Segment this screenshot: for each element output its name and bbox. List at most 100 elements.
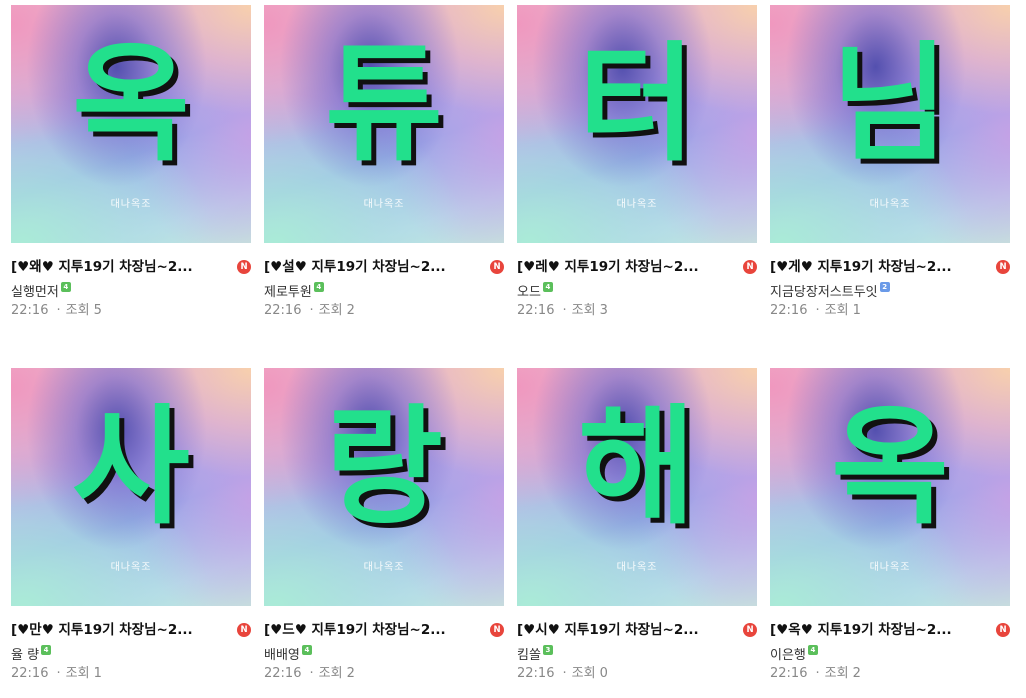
member-level-icon: 4 (60, 282, 71, 292)
author-name[interactable]: 배배영 (264, 644, 300, 663)
post-title[interactable]: [♥레♥ 지투19기 차장님~2... (517, 257, 729, 277)
view-count: 2 (346, 303, 355, 318)
author-name[interactable]: 율 량 (11, 644, 39, 663)
view-count: 1 (93, 666, 102, 681)
member-level-icon: 4 (301, 645, 312, 655)
post-thumbnail[interactable]: 님 대나옥조 (770, 5, 1010, 243)
post-time: 22:16 (11, 303, 49, 318)
post-time: 22:16 (770, 303, 808, 318)
views-label: 조회 (318, 666, 343, 681)
thumbnail-glyph: 터 (578, 30, 696, 179)
new-badge: N (237, 623, 251, 637)
member-level-icon: 4 (313, 282, 324, 292)
member-level-icon: 2 (879, 282, 890, 292)
view-count: 0 (599, 666, 608, 681)
meta-separator: · (309, 303, 314, 318)
post-thumbnail[interactable]: 사 대나옥조 (11, 368, 251, 606)
thumbnail-glyph: 랑 (325, 393, 443, 542)
post-time: 22:16 (517, 303, 555, 318)
post-meta: 22:16 · 조회 1 (11, 665, 251, 683)
member-level-icon: 4 (807, 645, 818, 655)
post-card[interactable]: 터 대나옥조 [♥레♥ 지투19기 차장님~2... N 오드 4 22:16 ·… (517, 5, 757, 320)
meta-separator: · (309, 666, 314, 681)
new-badge: N (743, 260, 757, 274)
author-name[interactable]: 지금당장저스트두잇 (770, 281, 878, 300)
post-meta: 22:16 · 조회 1 (770, 302, 1010, 320)
view-count: 2 (346, 666, 355, 681)
post-thumbnail[interactable]: 옥 대나옥조 (770, 368, 1010, 606)
views-label: 조회 (571, 303, 596, 318)
meta-separator: · (815, 666, 820, 681)
post-thumbnail[interactable]: 옥 대나옥조 (11, 5, 251, 243)
thumbnail-glyph: 사 (72, 393, 190, 542)
post-time: 22:16 (264, 303, 302, 318)
view-count: 1 (852, 303, 861, 318)
author-name[interactable]: 킴쏠 (517, 644, 541, 663)
views-label: 조회 (318, 303, 343, 318)
thumbnail-caption: 대나옥조 (363, 562, 405, 573)
meta-separator: · (56, 666, 61, 681)
post-card[interactable]: 랑 대나옥조 [♥드♥ 지투19기 차장님~2... N 배배영 4 22:16… (264, 368, 504, 683)
thumbnail-caption: 대나옥조 (110, 199, 152, 210)
views-label: 조회 (571, 666, 596, 681)
meta-separator: · (562, 303, 567, 318)
post-meta: 22:16 · 조회 2 (264, 302, 504, 320)
new-badge: N (237, 260, 251, 274)
post-thumbnail[interactable]: 터 대나옥조 (517, 5, 757, 243)
post-meta: 22:16 · 조회 5 (11, 302, 251, 320)
post-title[interactable]: [♥시♥ 지투19기 차장님~2... (517, 620, 729, 640)
post-time: 22:16 (770, 666, 808, 681)
thumbnail-caption: 대나옥조 (869, 562, 911, 573)
view-count: 2 (852, 666, 861, 681)
thumbnail-caption: 대나옥조 (110, 562, 152, 573)
post-meta: 22:16 · 조회 2 (264, 665, 504, 683)
new-badge: N (490, 260, 504, 274)
new-badge: N (996, 260, 1010, 274)
meta-separator: · (562, 666, 567, 681)
post-thumbnail[interactable]: 랑 대나옥조 (264, 368, 504, 606)
new-badge: N (490, 623, 504, 637)
thumbnail-glyph: 님 (831, 30, 949, 179)
thumbnail-glyph: 튜 (325, 30, 443, 179)
post-thumbnail[interactable]: 해 대나옥조 (517, 368, 757, 606)
author-name[interactable]: 이은행 (770, 644, 806, 663)
thumbnail-glyph: 옥 (831, 393, 949, 542)
author-name[interactable]: 실행먼저 (11, 281, 59, 300)
views-label: 조회 (824, 303, 849, 318)
views-label: 조회 (824, 666, 849, 681)
new-badge: N (743, 623, 757, 637)
post-time: 22:16 (11, 666, 49, 681)
post-grid: 옥 대나옥조 [♥왜♥ 지투19기 차장님~2... N 실행먼저 4 22:1… (0, 0, 1026, 698)
post-card[interactable]: 옥 대나옥조 [♥옥♥ 지투19기 차장님~2... N 이은행 4 22:16… (770, 368, 1010, 683)
post-thumbnail[interactable]: 튜 대나옥조 (264, 5, 504, 243)
author-name[interactable]: 오드 (517, 281, 541, 300)
member-level-icon: 3 (542, 645, 553, 655)
post-title[interactable]: [♥게♥ 지투19기 차장님~2... (770, 257, 982, 277)
post-meta: 22:16 · 조회 2 (770, 665, 1010, 683)
thumbnail-glyph: 해 (578, 393, 696, 542)
post-title[interactable]: [♥설♥ 지투19기 차장님~2... (264, 257, 476, 277)
post-title[interactable]: [♥왜♥ 지투19기 차장님~2... (11, 257, 223, 277)
post-card[interactable]: 해 대나옥조 [♥시♥ 지투19기 차장님~2... N 킴쏠 3 22:16 ·… (517, 368, 757, 683)
post-title[interactable]: [♥만♥ 지투19기 차장님~2... (11, 620, 223, 640)
thumbnail-glyph: 옥 (72, 30, 190, 179)
post-title[interactable]: [♥드♥ 지투19기 차장님~2... (264, 620, 476, 640)
meta-separator: · (815, 303, 820, 318)
post-card[interactable]: 튜 대나옥조 [♥설♥ 지투19기 차장님~2... N 제로투원 4 22:1… (264, 5, 504, 320)
post-time: 22:16 (517, 666, 555, 681)
thumbnail-caption: 대나옥조 (616, 562, 658, 573)
post-card[interactable]: 님 대나옥조 [♥게♥ 지투19기 차장님~2... N 지금당장저스트두잇 2… (770, 5, 1010, 320)
post-card[interactable]: 옥 대나옥조 [♥왜♥ 지투19기 차장님~2... N 실행먼저 4 22:1… (11, 5, 251, 320)
author-name[interactable]: 제로투원 (264, 281, 312, 300)
member-level-icon: 4 (41, 645, 52, 655)
thumbnail-caption: 대나옥조 (363, 199, 405, 210)
post-meta: 22:16 · 조회 3 (517, 302, 757, 320)
view-count: 3 (599, 303, 608, 318)
post-title[interactable]: [♥옥♥ 지투19기 차장님~2... (770, 620, 982, 640)
post-card[interactable]: 사 대나옥조 [♥만♥ 지투19기 차장님~2... N 율 량 4 22:16… (11, 368, 251, 683)
meta-separator: · (56, 303, 61, 318)
views-label: 조회 (65, 666, 90, 681)
new-badge: N (996, 623, 1010, 637)
view-count: 5 (93, 303, 102, 318)
thumbnail-caption: 대나옥조 (616, 199, 658, 210)
